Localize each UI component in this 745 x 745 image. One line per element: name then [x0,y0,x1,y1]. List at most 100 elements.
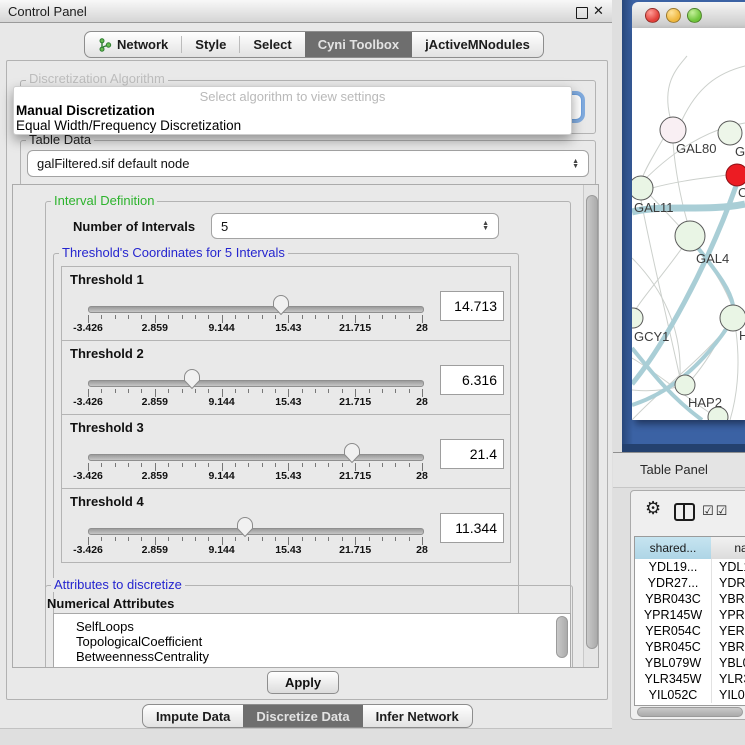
threshold-value-field[interactable]: 6.316 [440,365,504,395]
table-row[interactable]: YBR043CYBR0 [635,591,745,607]
network-node-label: C [738,185,745,200]
threshold-slider-track[interactable] [88,454,424,461]
minor-tick [328,389,329,393]
algorithm-option[interactable]: Manual Discretization [16,103,155,118]
table-cell[interactable]: YBL079W [635,655,712,671]
network-edge-thick[interactable] [632,186,736,384]
tab-infer-network[interactable]: Infer Network [363,705,472,727]
table-cell[interactable]: YBR045C [635,639,712,655]
close-light[interactable] [645,8,660,23]
table-data-combobox[interactable]: galFiltered.sif default node ▲▼ [27,150,589,177]
table-row[interactable]: YER054CYER0 [635,623,745,639]
table-cell[interactable]: YPR145W [635,607,712,623]
table-cell[interactable]: YBR0 [711,639,745,655]
table-cell[interactable]: YDR27... [635,575,712,591]
network-edge[interactable] [636,248,682,309]
algorithm-option[interactable]: Equal Width/Frequency Discretization [16,118,241,133]
attribute-list-item[interactable]: BetweennessCentrality [54,649,570,664]
network-window-titlebar[interactable] [632,2,745,29]
threshold-value-field[interactable]: 21.4 [440,439,504,469]
network-edge[interactable] [668,56,687,117]
table-cell[interactable]: YBL0 [711,655,745,671]
threshold-slider-thumb[interactable] [237,517,253,537]
table-hscrollbar-thumb[interactable] [637,707,743,717]
gear-icon[interactable]: ⚙ [645,498,661,519]
column-header-shared-name[interactable]: shared... [635,537,712,560]
network-node-gal80[interactable] [660,117,686,143]
network-edge[interactable] [643,139,663,176]
stepper-arrows-icon[interactable]: ▲▼ [482,221,489,231]
threshold-slider-thumb[interactable] [344,443,360,463]
table-row[interactable]: YDR27...YDR2 [635,575,745,591]
threshold-slider-thumb[interactable] [273,295,289,315]
table-row[interactable]: YLR345WYLR3 [635,671,745,687]
threshold-slider-thumb[interactable] [184,369,200,389]
num-intervals-combobox[interactable]: 5 ▲▼ [211,213,499,239]
network-edge[interactable] [682,66,745,120]
minor-tick [195,537,196,541]
network-node-gcy1[interactable] [632,308,643,328]
minor-tick [168,537,169,541]
zoom-light[interactable] [687,8,702,23]
threshold-value-field[interactable]: 11.344 [440,513,504,543]
attributes-list-scrollbar-thumb[interactable] [556,616,568,658]
network-edge[interactable] [730,331,738,420]
close-icon[interactable]: ✕ [593,3,604,19]
threshold-slider-track[interactable] [88,528,424,535]
network-node-ga[interactable] [718,121,742,145]
network-node-label: GAL11 [634,200,674,215]
bottom-tab-bar: Impute DataDiscretize DataInfer Network [142,704,473,728]
network-node-gal4[interactable] [675,221,705,251]
network-node-c[interactable] [726,164,745,186]
scrollpane-scrollbar-thumb[interactable] [586,195,598,649]
table-row[interactable]: YIL052CYIL0 [635,687,745,703]
table-cell[interactable]: YER0 [711,623,745,639]
table-cell[interactable]: YDL1 [711,559,745,575]
stepper-arrows-icon[interactable]: ▲▼ [572,159,579,169]
table-row[interactable]: YDL19...YDL1 [635,559,745,575]
network-edge[interactable] [652,175,727,188]
tab-style[interactable]: Style [182,32,239,57]
apply-button[interactable]: Apply [267,671,339,694]
minimize-light[interactable] [666,8,681,23]
network-edge[interactable] [641,200,680,378]
column-browser-icon[interactable] [674,503,695,521]
table-cell[interactable]: YPR1 [711,607,745,623]
column-header-name[interactable]: na [711,537,745,560]
attribute-list-item[interactable]: SelfLoops [54,619,570,634]
table-cell[interactable]: YER054C [635,623,712,639]
table-cell[interactable]: YIL052C [635,687,712,703]
float-window-icon[interactable] [576,7,588,19]
table-cell[interactable]: YIL0 [711,687,745,703]
tab-label: Cyni Toolbox [318,37,399,52]
tab-cyni-toolbox[interactable]: Cyni Toolbox [305,32,412,57]
network-node-hap2[interactable] [675,375,695,395]
threshold-slider-track[interactable] [88,306,424,313]
table-cell[interactable]: YBR043C [635,591,712,607]
network-node-gal11[interactable] [632,176,653,200]
threshold-value-field[interactable]: 14.713 [440,291,504,321]
minor-tick [115,315,116,319]
tab-impute-data[interactable]: Impute Data [143,705,243,727]
table-cell[interactable]: YLR345W [635,671,712,687]
table-row[interactable]: YPR145WYPR1 [635,607,745,623]
minor-tick [248,463,249,467]
tab-jactivemnodules[interactable]: jActiveMNodules [412,32,543,57]
table-cell[interactable]: YLR3 [711,671,745,687]
select-columns-checkboxes-icon[interactable]: ☑☑ [702,503,729,519]
tab-label: Style [195,37,226,52]
tab-discretize-data[interactable]: Discretize Data [243,705,362,727]
scrollpane-scrollbar-track[interactable] [583,185,598,667]
table-cell[interactable]: YDL19... [635,559,712,575]
table-row[interactable]: YBR045CYBR0 [635,639,745,655]
network-canvas[interactable]: GAL80GACGAL11GAL4GCY1HHAP2 [632,28,745,420]
tab-select[interactable]: Select [240,32,304,57]
threshold-slider-track[interactable] [88,380,424,387]
attribute-list-item[interactable]: TopologicalCoefficient [54,634,570,649]
table-row[interactable]: YBL079WYBL0 [635,655,745,671]
table-cell[interactable]: YDR2 [711,575,745,591]
table-cell[interactable]: YBR0 [711,591,745,607]
minor-tick [168,463,169,467]
minor-tick [235,463,236,467]
tab-network[interactable]: Network [85,32,181,57]
